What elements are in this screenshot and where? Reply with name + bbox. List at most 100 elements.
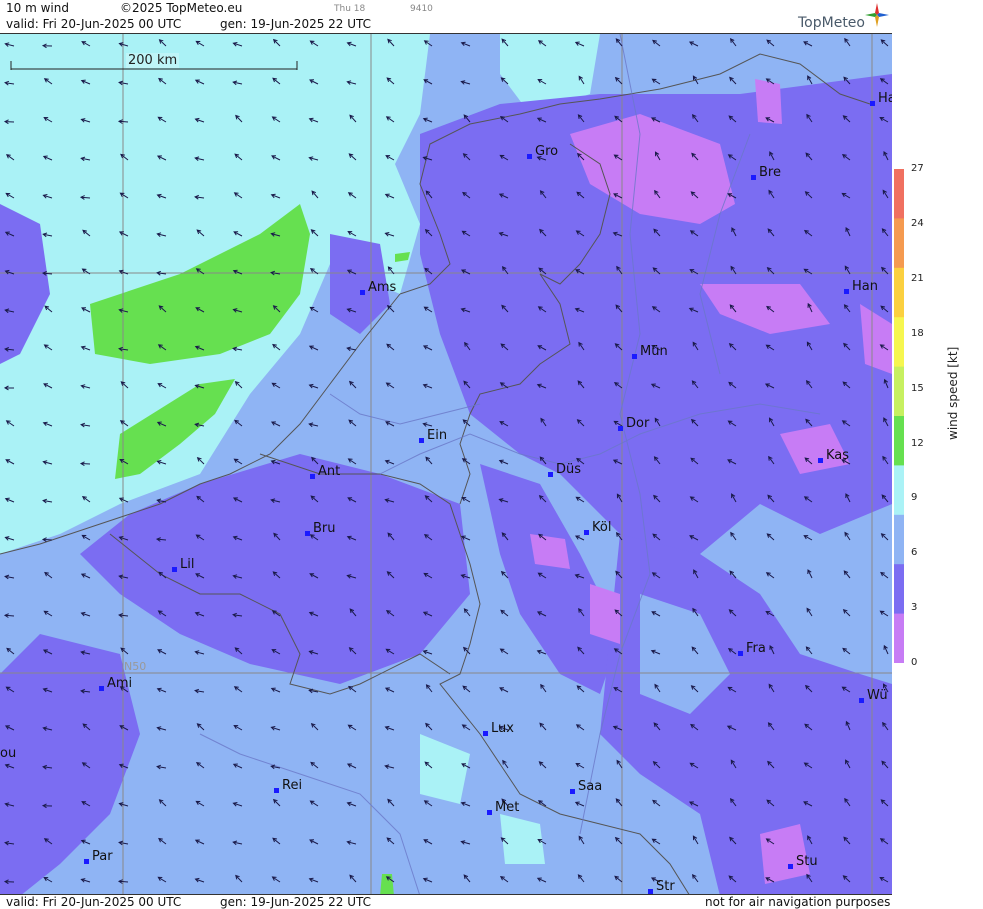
city-marker[interactable]: Ant: [310, 464, 340, 479]
city-label: Bre: [759, 165, 781, 180]
city-label: Ams: [368, 280, 397, 295]
city-marker[interactable]: Saa: [570, 779, 602, 794]
city-dot-icon: [584, 530, 589, 535]
legend-tick-label: 12: [911, 437, 924, 449]
city-label-edge[interactable]: ou: [0, 746, 16, 761]
city-marker[interactable]: Lux: [483, 721, 514, 736]
legend-swatch: [894, 366, 904, 417]
city-label: Ha: [878, 91, 892, 106]
city-label: Bru: [313, 521, 336, 536]
city-marker[interactable]: Kas: [818, 448, 849, 463]
city-label: Saa: [578, 779, 603, 794]
city-label: Düs: [556, 462, 582, 477]
city-marker[interactable]: Rei: [274, 778, 302, 793]
logo-text: TopMeteo: [798, 15, 865, 31]
city-marker[interactable]: Bre: [751, 165, 781, 180]
city-label: Gro: [535, 144, 559, 159]
city-marker[interactable]: Stu: [788, 854, 818, 869]
wind-map[interactable]: 200 km N50 Gro Bre Ha Ams Han Mün Ein Do…: [0, 33, 892, 895]
city-marker[interactable]: Ein: [419, 428, 447, 443]
scale-bar: 200 km: [10, 53, 298, 71]
city-dot-icon: [419, 438, 424, 443]
city-label: Fra: [746, 641, 766, 656]
city-label: Rei: [282, 778, 303, 793]
city-marker[interactable]: Gro: [527, 144, 558, 159]
legend-swatch: [894, 416, 904, 466]
legend-swatch: [894, 267, 904, 318]
legend-tick-label: 3: [911, 602, 918, 614]
scale-label: 200 km: [126, 53, 180, 68]
city-marker[interactable]: Wü: [859, 688, 888, 703]
city-marker[interactable]: Par: [84, 849, 113, 864]
city-dot-icon: [360, 290, 365, 295]
city-label: Wü: [867, 688, 888, 703]
product-title: 10 m wind: [6, 1, 69, 15]
legend-swatch: [894, 465, 904, 516]
city-dot-icon: [738, 651, 743, 656]
city-marker[interactable]: Ha: [870, 91, 892, 106]
city-marker[interactable]: Ami: [99, 676, 132, 691]
city-dot-icon: [84, 859, 89, 864]
legend-swatch: [894, 317, 904, 368]
city-dot-icon: [632, 354, 637, 359]
valid-time: valid: Fri 20-Jun-2025 00 UTC: [6, 17, 182, 31]
city-dot-icon: [483, 731, 488, 736]
city-label: Str: [656, 879, 675, 894]
compass-icon: [865, 3, 889, 27]
code-label: 9410: [410, 4, 433, 14]
city-label: Lil: [180, 557, 195, 572]
city-marker[interactable]: Dor: [618, 416, 649, 431]
city-label: Köl: [592, 520, 612, 535]
city-label: Mün: [640, 344, 668, 359]
legend-swatch: [894, 514, 904, 565]
city-dot-icon: [172, 567, 177, 572]
city-marker[interactable]: Ams: [360, 280, 396, 295]
city-marker[interactable]: Düs: [548, 462, 581, 477]
city-marker[interactable]: Fra: [738, 641, 766, 656]
wind-field: [0, 34, 892, 894]
city-label: Par: [92, 849, 113, 864]
legend-swatch: [894, 169, 904, 219]
city-dot-icon: [527, 154, 532, 159]
legend-tick-label: 18: [911, 327, 924, 339]
legend-tick-label: 15: [911, 382, 924, 394]
legend-tick-label: 21: [911, 272, 924, 284]
city-dot-icon: [859, 698, 864, 703]
city-marker[interactable]: Mün: [632, 344, 668, 359]
city-dot-icon: [487, 810, 492, 815]
city-label: Ein: [427, 428, 448, 443]
legend-swatch: [894, 613, 904, 663]
city-dot-icon: [788, 864, 793, 869]
city-marker[interactable]: Bru: [305, 521, 336, 536]
city-dot-icon: [648, 889, 653, 894]
city-marker[interactable]: Köl: [584, 520, 611, 535]
city-dot-icon: [844, 289, 849, 294]
city-label: Kas: [826, 448, 850, 463]
city-label: Ami: [107, 676, 133, 691]
city-dot-icon: [99, 686, 104, 691]
city-dot-icon: [305, 531, 310, 536]
city-label: Han: [852, 279, 878, 294]
city-dot-icon: [310, 474, 315, 479]
footer-gen-time: gen: 19-Jun-2025 22 UTC: [220, 895, 372, 909]
city-dot-icon: [274, 788, 279, 793]
legend-tick-label: 0: [911, 657, 918, 669]
gen-time: gen: 19-Jun-2025 22 UTC: [220, 17, 372, 31]
city-dot-icon: [870, 101, 875, 106]
legend-tick-label: 6: [911, 547, 918, 559]
legend-tick-label: 27: [911, 163, 924, 174]
city-marker[interactable]: Lil: [172, 557, 194, 572]
disclaimer: not for air navigation purposes: [705, 895, 891, 909]
color-scale-bar: [894, 169, 904, 663]
city-marker[interactable]: Met: [487, 800, 519, 815]
legend-swatch: [894, 218, 904, 269]
latitude-label: N50: [124, 660, 147, 673]
city-dot-icon: [548, 472, 553, 477]
copyright: ©2025 TopMeteo.eu: [120, 1, 243, 15]
legend-tick-label: 9: [911, 492, 918, 504]
day-label: Thu 18: [334, 4, 366, 14]
city-marker[interactable]: Han: [844, 279, 878, 294]
legend-swatch: [894, 564, 904, 615]
city-label: Stu: [796, 854, 818, 869]
city-marker[interactable]: Str: [648, 879, 675, 894]
